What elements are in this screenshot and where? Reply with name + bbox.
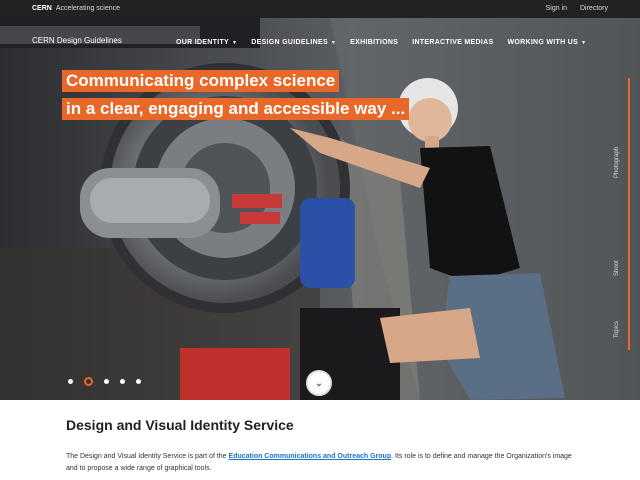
- side-label-photograph[interactable]: Photograph: [614, 147, 620, 178]
- intro-text-before: The Design and Visual Identity Service i…: [66, 453, 227, 460]
- slider-dot[interactable]: [104, 379, 109, 384]
- nav-label: INTERACTIVE MEDIAS: [412, 39, 494, 46]
- page-title: Design and Visual Identity Service: [66, 417, 294, 433]
- nav-label: OUR IDENTITY: [176, 39, 229, 46]
- slider-dot[interactable]: [68, 379, 73, 384]
- nav-our-identity[interactable]: OUR IDENTITY ▼: [176, 39, 237, 46]
- headline-line-1: Communicating complex science: [62, 70, 340, 92]
- chevron-down-icon: ▼: [330, 40, 337, 46]
- chevron-down-icon: ⌄: [314, 377, 324, 389]
- cern-logo-text[interactable]: CERN: [32, 5, 52, 12]
- site-title[interactable]: CERN Design Guidelines: [32, 36, 122, 45]
- chevron-down-icon: ▼: [232, 40, 238, 46]
- main-nav: OUR IDENTITY ▼ DESIGN GUIDELINES ▼ EXHIBIT…: [176, 39, 586, 46]
- intro-paragraph: The Design and Visual Identity Service i…: [66, 451, 576, 475]
- nav-label: WORKING WITH US: [507, 39, 579, 46]
- cern-brand[interactable]: CERN Accelerating science: [32, 5, 120, 12]
- nav-label: DESIGN GUIDELINES: [251, 39, 328, 46]
- directory-link[interactable]: Directory: [580, 5, 608, 12]
- slider-dots: [68, 377, 141, 386]
- sign-in-link[interactable]: Sign in: [546, 5, 567, 12]
- side-label-topics[interactable]: Topics: [614, 321, 620, 338]
- slider-dot[interactable]: [136, 379, 141, 384]
- nav-working-with-us[interactable]: WORKING WITH US ▼: [507, 39, 586, 46]
- nav-exhibitions[interactable]: EXHIBITIONS: [350, 39, 398, 46]
- headline-line-2: in a clear, engaging and accessible way …: [62, 98, 410, 120]
- hero-headline: Communicating complex science in a clear…: [62, 70, 410, 126]
- nav-interactive-medias[interactable]: INTERACTIVE MEDIAS: [412, 39, 493, 46]
- ecog-link[interactable]: Education Communications and Outreach Gr…: [229, 453, 392, 460]
- slider-dot[interactable]: [120, 379, 125, 384]
- scroll-down-button[interactable]: ⌄: [306, 370, 332, 396]
- main-content: Design and Visual Identity Service The D…: [0, 400, 640, 480]
- top-links: Sign in Directory: [535, 5, 608, 12]
- slider-dot-active[interactable]: [84, 377, 93, 386]
- top-bar: CERN Accelerating science Sign in Directo…: [0, 0, 640, 18]
- side-scroll-track[interactable]: [628, 78, 630, 350]
- cern-tagline: Accelerating science: [55, 5, 121, 12]
- hero-banner: CERN Design Guidelines OUR IDENTITY ▼ DES…: [0, 18, 640, 400]
- side-label-shoot[interactable]: Shoot: [614, 260, 620, 276]
- nav-label: EXHIBITIONS: [350, 39, 399, 46]
- nav-design-guidelines[interactable]: DESIGN GUIDELINES ▼: [251, 39, 336, 46]
- chevron-down-icon: ▼: [581, 40, 587, 46]
